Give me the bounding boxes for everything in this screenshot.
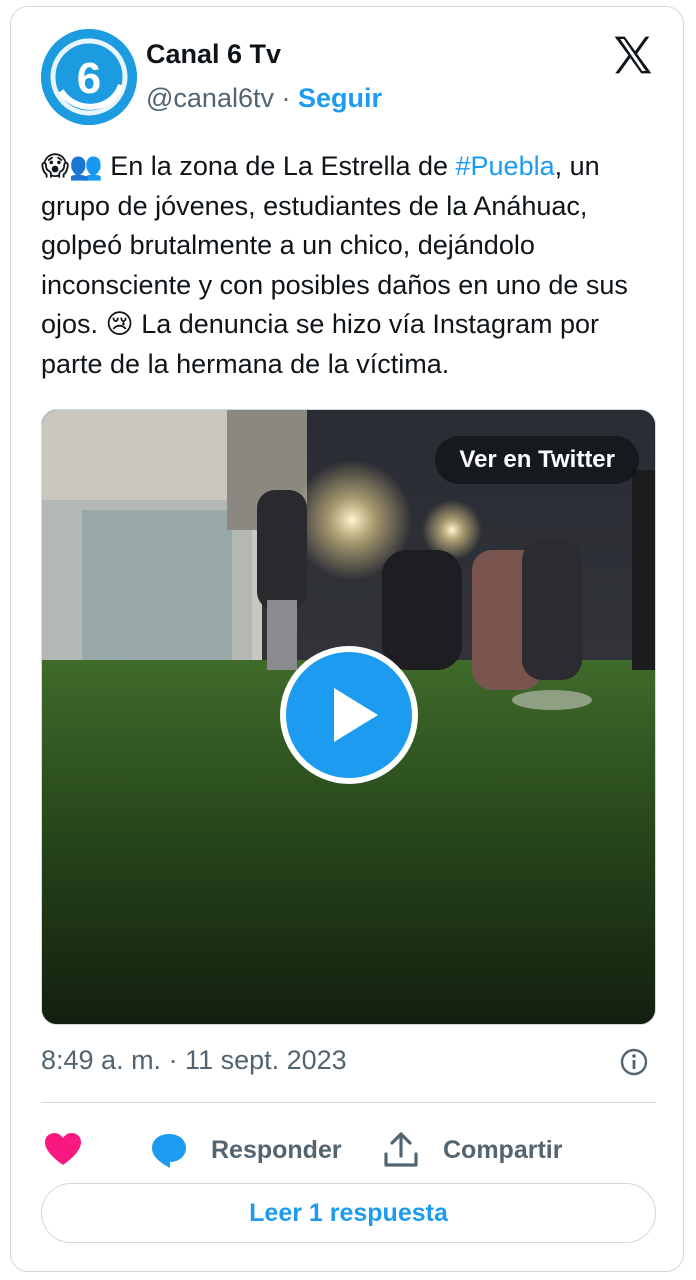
tweet-card: 6 Canal 6 Tv @canal6tv · Seguir 😱👥 En la… — [10, 6, 684, 1272]
svg-text:6: 6 — [77, 54, 101, 103]
separator: · — [281, 83, 291, 113]
speech-bubble-icon — [152, 1134, 186, 1168]
follow-button[interactable]: Seguir — [298, 83, 382, 113]
view-on-twitter-button[interactable]: Ver en Twitter — [435, 436, 639, 484]
x-logo-icon[interactable] — [611, 33, 655, 77]
reply-label: Responder — [211, 1135, 342, 1164]
video-player[interactable]: Ver en Twitter — [41, 409, 656, 1025]
tweet-text: 😱👥 En la zona de La Estrella de #Puebla,… — [41, 147, 661, 385]
emoji-crying-icon: 😢 — [105, 309, 134, 340]
play-icon — [334, 688, 378, 742]
heart-icon — [45, 1133, 81, 1165]
like-button[interactable] — [43, 1125, 83, 1175]
author-handle-row: @canal6tv · Seguir — [146, 83, 382, 114]
share-button[interactable]: Compartir — [381, 1125, 562, 1175]
hashtag-link[interactable]: #Puebla — [456, 151, 555, 181]
info-icon[interactable] — [619, 1047, 649, 1077]
reply-button[interactable]: Responder — [149, 1125, 342, 1175]
author-name[interactable]: Canal 6 Tv — [146, 39, 281, 70]
tweet-actions: Responder Compartir — [41, 1125, 661, 1175]
author-handle[interactable]: @canal6tv — [146, 83, 274, 113]
share-upload-icon — [384, 1132, 418, 1167]
share-label: Compartir — [443, 1135, 563, 1164]
read-replies-button[interactable]: Leer 1 respuesta — [41, 1183, 656, 1243]
play-button[interactable] — [280, 646, 418, 784]
tweet-text-part: En la zona de La Estrella de — [110, 151, 456, 181]
canal6-logo-icon: 6 — [41, 29, 137, 125]
emoji-scream-icon: 😱👥 — [41, 151, 103, 181]
divider — [41, 1102, 656, 1103]
tweet-timestamp[interactable]: 8:49 a. m. · 11 sept. 2023 — [41, 1045, 347, 1076]
avatar[interactable]: 6 — [41, 29, 137, 125]
